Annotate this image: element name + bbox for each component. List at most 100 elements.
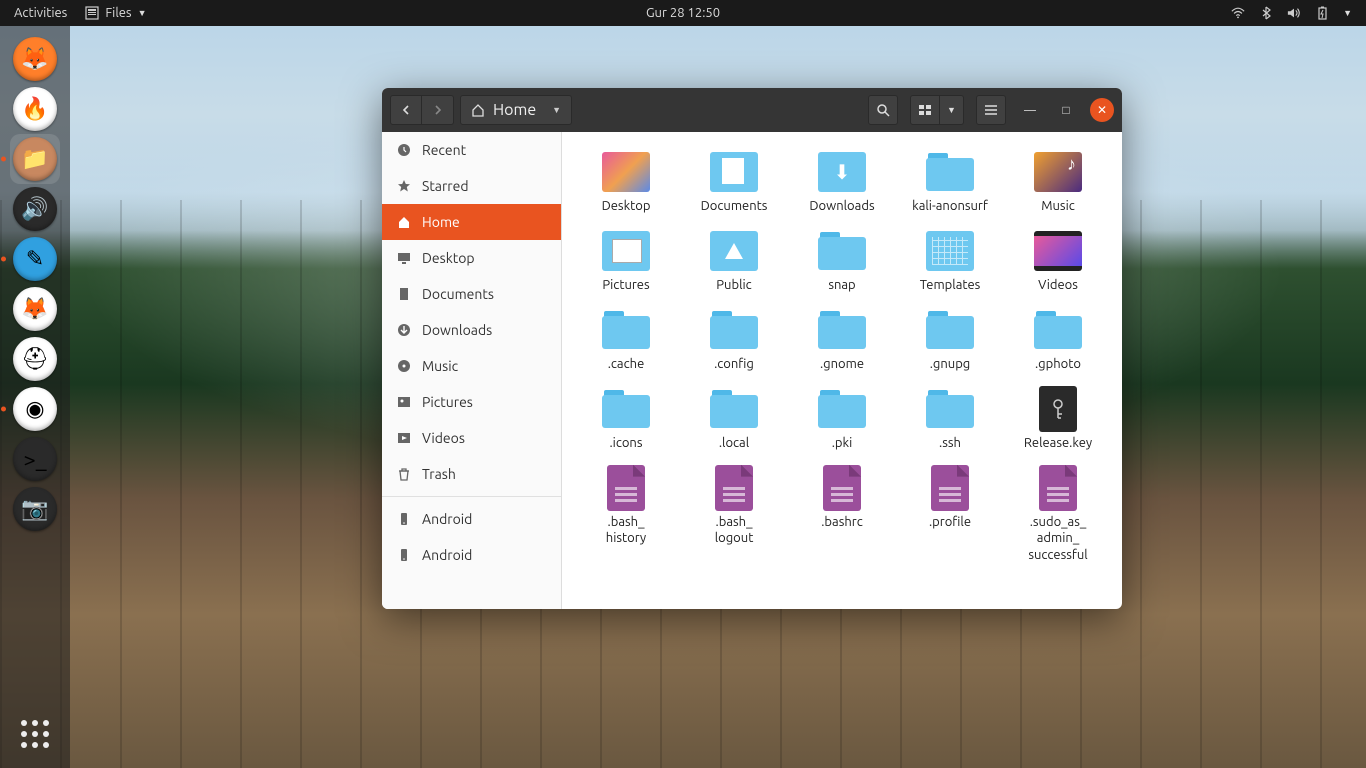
view-toggle-button[interactable] (910, 95, 940, 125)
folder-icon (817, 308, 867, 352)
file-label: .local (719, 435, 749, 452)
docs-icon (396, 286, 412, 302)
download-icon: ⬇ (817, 150, 867, 194)
doc-icon (817, 466, 867, 510)
file-item[interactable]: Desktop (572, 146, 680, 219)
sidebar-item-documents[interactable]: Documents (382, 276, 561, 312)
dock-item-software[interactable]: 🦊 (10, 284, 60, 334)
sidebar-item-starred[interactable]: Starred (382, 168, 561, 204)
file-label: .cache (608, 356, 645, 373)
file-item[interactable]: .sudo_as_ admin_ successful (1004, 462, 1112, 569)
sidebar-item-pictures[interactable]: Pictures (382, 384, 561, 420)
sidebar-item-downloads[interactable]: Downloads (382, 312, 561, 348)
file-item[interactable]: .local (680, 383, 788, 456)
file-label: Release.key (1024, 435, 1092, 452)
sidebar-item-desktop[interactable]: Desktop (382, 240, 561, 276)
doc-icon (601, 466, 651, 510)
file-item[interactable]: kali-anonsurf (896, 146, 1004, 219)
file-item[interactable]: Release.key (1004, 383, 1112, 456)
volume-icon[interactable] (1287, 6, 1301, 20)
file-item[interactable]: Music (1004, 146, 1112, 219)
file-item[interactable]: .icons (572, 383, 680, 456)
home-icon (471, 103, 485, 117)
file-item[interactable]: .bash_ history (572, 462, 680, 569)
path-label: Home (493, 101, 536, 119)
file-item[interactable]: .config (680, 304, 788, 377)
file-item[interactable]: .pki (788, 383, 896, 456)
file-label: .gphoto (1035, 356, 1081, 373)
close-button[interactable]: ✕ (1090, 98, 1114, 122)
file-item[interactable]: snap (788, 225, 896, 298)
firefox-icon: 🦊 (13, 37, 57, 81)
file-item[interactable]: .bashrc (788, 462, 896, 569)
file-label: Videos (1038, 277, 1078, 294)
file-label: .bash_ history (606, 514, 646, 548)
file-label: Pictures (602, 277, 649, 294)
view-options-button[interactable]: ▼ (940, 95, 964, 125)
sidebar-item-android[interactable]: Android (382, 537, 561, 573)
dock-item-help[interactable]: ⛑ (10, 334, 60, 384)
key-icon (1033, 387, 1083, 431)
path-bar[interactable]: Home ▼ (460, 95, 572, 125)
show-applications-button[interactable] (13, 712, 57, 756)
dock-item-files[interactable]: 📁 (10, 134, 60, 184)
file-item[interactable]: .profile (896, 462, 1004, 569)
dock-item-gedit[interactable]: ✎ (10, 234, 60, 284)
dock-item-firefox[interactable]: 🦊 (10, 34, 60, 84)
minimize-button[interactable]: — (1018, 98, 1042, 122)
file-item[interactable]: Pictures (572, 225, 680, 298)
bluetooth-icon[interactable] (1259, 6, 1273, 20)
file-item[interactable]: ⬇Downloads (788, 146, 896, 219)
doc-icon (1033, 466, 1083, 510)
file-item[interactable]: Public (680, 225, 788, 298)
pictures-icon (601, 229, 651, 273)
sidebar-item-android[interactable]: Android (382, 501, 561, 537)
file-item[interactable]: Documents (680, 146, 788, 219)
back-button[interactable] (390, 95, 422, 125)
folder-icon (709, 308, 759, 352)
file-item[interactable]: .gphoto (1004, 304, 1112, 377)
app-menu[interactable]: Files ▼ (85, 6, 146, 20)
file-item[interactable]: .gnupg (896, 304, 1004, 377)
file-label: .profile (929, 514, 971, 531)
dock-item-camera[interactable]: 📷 (10, 484, 60, 534)
file-item[interactable]: Templates (896, 225, 1004, 298)
gnome-web-icon: 🔥 (13, 87, 57, 131)
search-button[interactable] (868, 95, 898, 125)
path-dropdown-icon: ▼ (552, 105, 561, 115)
forward-button[interactable] (422, 95, 454, 125)
file-item[interactable]: .cache (572, 304, 680, 377)
wifi-icon[interactable] (1231, 6, 1245, 20)
sidebar-item-videos[interactable]: Videos (382, 420, 561, 456)
maximize-button[interactable]: □ (1054, 98, 1078, 122)
sidebar-item-label: Desktop (422, 250, 475, 266)
sidebar-item-label: Recent (422, 142, 466, 158)
dock-item-gnome-web[interactable]: 🔥 (10, 84, 60, 134)
battery-icon[interactable] (1315, 6, 1329, 20)
folder-icon (1033, 308, 1083, 352)
dock-item-chrome[interactable]: ◉ (10, 384, 60, 434)
sidebar-item-trash[interactable]: Trash (382, 456, 561, 492)
file-item[interactable]: .ssh (896, 383, 1004, 456)
files-window: Home ▼ ▼ — □ ✕ RecentStarredHomeDesktopD… (382, 88, 1122, 609)
hamburger-menu-button[interactable] (976, 95, 1006, 125)
file-item[interactable]: .gnome (788, 304, 896, 377)
sidebar-item-music[interactable]: Music (382, 348, 561, 384)
system-menu-dropdown-icon[interactable]: ▼ (1343, 8, 1352, 18)
file-label: Public (716, 277, 751, 294)
doc-icon (925, 466, 975, 510)
file-grid[interactable]: Desktop Documents ⬇Downloadskali-anonsurfM… (562, 132, 1122, 609)
sidebar-item-recent[interactable]: Recent (382, 132, 561, 168)
clock[interactable]: Gur 28 12:50 (646, 6, 720, 20)
dock-item-rhythmbox[interactable]: 🔊 (10, 184, 60, 234)
desktop-icon (601, 150, 651, 194)
music-icon (1033, 150, 1083, 194)
file-item[interactable]: .bash_ logout (680, 462, 788, 569)
sidebar-item-home[interactable]: Home (382, 204, 561, 240)
activities-button[interactable]: Activities (14, 6, 67, 20)
docs-icon (709, 150, 759, 194)
sidebar-item-label: Documents (422, 286, 494, 302)
dock-item-terminal[interactable]: >_ (10, 434, 60, 484)
file-label: Documents (701, 198, 768, 215)
file-item[interactable]: Videos (1004, 225, 1112, 298)
